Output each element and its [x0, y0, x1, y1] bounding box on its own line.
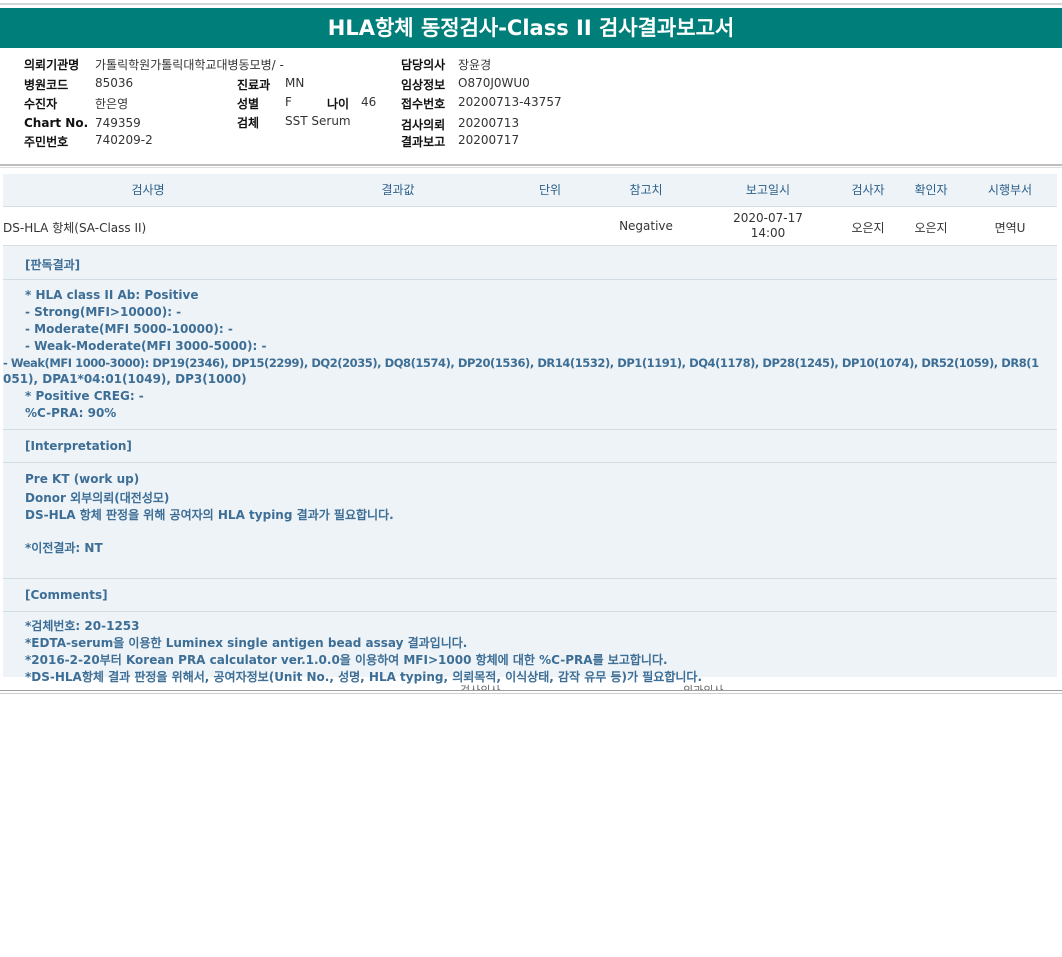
table-header: 검사명 결과값 단위 참고치 보고일시 검사자 확인자 시행부서 [3, 174, 1057, 207]
cell-time: 14:00 [750, 226, 786, 240]
reading-line: - Strong(MFI>10000): - [25, 305, 182, 319]
reading-line: - Weak(MFI 1000-3000): DP19(2346), DP15(… [3, 356, 1039, 370]
sex-label: 성별 [237, 97, 260, 111]
header-report-date: 보고일시 [745, 183, 791, 197]
cell-confirmer: 오은지 [914, 221, 948, 235]
interpretation-section: Pre KT (work up) Donor 외부의뢰(대전성모) DS-HLA… [3, 463, 1057, 579]
cell-reference: Negative [619, 219, 673, 233]
collector-label: 수진자 [24, 97, 58, 111]
age-value: 46 [361, 95, 377, 109]
interpretation-line: *이전결과: NT [25, 541, 103, 555]
comment-line: *DS-HLA항체 결과 판정을 위해서, 공여자정보(Unit No., 성명… [25, 670, 702, 684]
reading-title: [판독결과] [25, 258, 81, 272]
chart-label: Chart No. [24, 116, 89, 130]
doctor-label: 담당의사 [401, 58, 446, 72]
comment-line: *검체번호: 20-1253 [25, 619, 140, 633]
request-label: 검사의뢰 [401, 118, 446, 132]
comment-line: *2016-2-20부터 Korean PRA calculator ver.1… [25, 653, 668, 667]
divider [0, 164, 1062, 166]
id-value: 740209-2 [95, 133, 153, 147]
dept-value: MN [285, 76, 305, 90]
cell-date: 2020-07-17 [733, 211, 803, 225]
interpretation-header: [Interpretation] [3, 430, 1057, 463]
doctor-value: 장윤경 [458, 58, 492, 72]
reading-line: * HLA class II Ab: Positive [25, 288, 199, 302]
report-date-label: 결과보고 [401, 135, 446, 149]
divider [0, 167, 1062, 168]
interpretation-line: Donor 외부의뢰(대전성모) [25, 491, 170, 505]
header-result: 결과값 [381, 183, 415, 197]
clinical-value: O870J0WU0 [458, 76, 530, 90]
header-dept: 시행부서 [987, 183, 1033, 197]
reading-line: %C-PRA: 90% [25, 406, 117, 420]
receipt-label: 접수번호 [401, 97, 446, 111]
divider [0, 690, 1062, 691]
result-body: [판독결과] * HLA class II Ab: Positive - Str… [3, 246, 1057, 684]
sex-value: F [285, 95, 292, 109]
header-test: 검사명 [131, 183, 165, 197]
collector-value: 한은영 [95, 97, 129, 111]
reading-section: * HLA class II Ab: Positive - Strong(MFI… [3, 280, 1057, 430]
divider [0, 693, 1062, 694]
reading-line: 051), DPA1*04:01(1049), DP3(1000) [3, 372, 247, 386]
specimen-label: 검체 [237, 116, 260, 130]
cell-dept: 면역U [994, 221, 1026, 235]
chart-value: 749359 [95, 116, 141, 130]
specimen-value: SST Serum [285, 114, 351, 128]
code-value: 85036 [95, 76, 134, 90]
patient-info: 의뢰기관명 가톨릭학원가톨릭대학교대병동모병/ - 병원코드 85036 수진자… [0, 0, 1062, 160]
id-label: 주민번호 [24, 135, 69, 149]
reading-header: [판독결과] [3, 246, 1057, 280]
comments-section: *검체번호: 20-1253 *EDTA-serum을 이용한 Luminex … [3, 612, 1057, 684]
age-label: 나이 [327, 97, 350, 111]
comments-title: [Comments] [25, 588, 108, 602]
hospital-value: 가톨릭학원가톨릭대학교대병동모병/ - [95, 58, 284, 72]
hospital-label: 의뢰기관명 [24, 58, 80, 72]
cell-test: DS-HLA 항체(SA-Class II) [3, 221, 147, 235]
interpretation-line: Pre KT (work up) [25, 472, 140, 486]
table-row: DS-HLA 항체(SA-Class II) Negative 2020-07-… [3, 207, 1057, 246]
receipt-value: 20200713-43757 [458, 95, 562, 109]
header-confirmer: 확인자 [914, 183, 948, 197]
reading-line: - Moderate(MFI 5000-10000): - [25, 322, 233, 336]
dept-label: 진료과 [237, 78, 271, 92]
header-tester: 검사자 [851, 183, 885, 197]
report-date-value: 20200717 [458, 133, 520, 147]
interpretation-line: DS-HLA 항체 판정을 위해 공여자의 HLA typing 결과가 필요합… [25, 508, 394, 522]
header-reference: 참고치 [629, 183, 663, 197]
comment-line: *EDTA-serum을 이용한 Luminex single antigen … [25, 636, 468, 650]
reading-line: * Positive CREG: - [25, 389, 144, 403]
request-value: 20200713 [458, 116, 520, 130]
cell-tester: 오은지 [851, 221, 885, 235]
clinical-label: 임상정보 [401, 78, 446, 92]
reading-line: - Weak-Moderate(MFI 3000-5000): - [25, 339, 267, 353]
code-label: 병원코드 [24, 78, 69, 92]
interpretation-title: [Interpretation] [25, 439, 132, 453]
result-table: 검사명 결과값 단위 참고치 보고일시 검사자 확인자 시행부서 DS-HLA … [3, 174, 1057, 684]
comments-header: [Comments] [3, 579, 1057, 612]
header-unit: 단위 [538, 183, 562, 197]
